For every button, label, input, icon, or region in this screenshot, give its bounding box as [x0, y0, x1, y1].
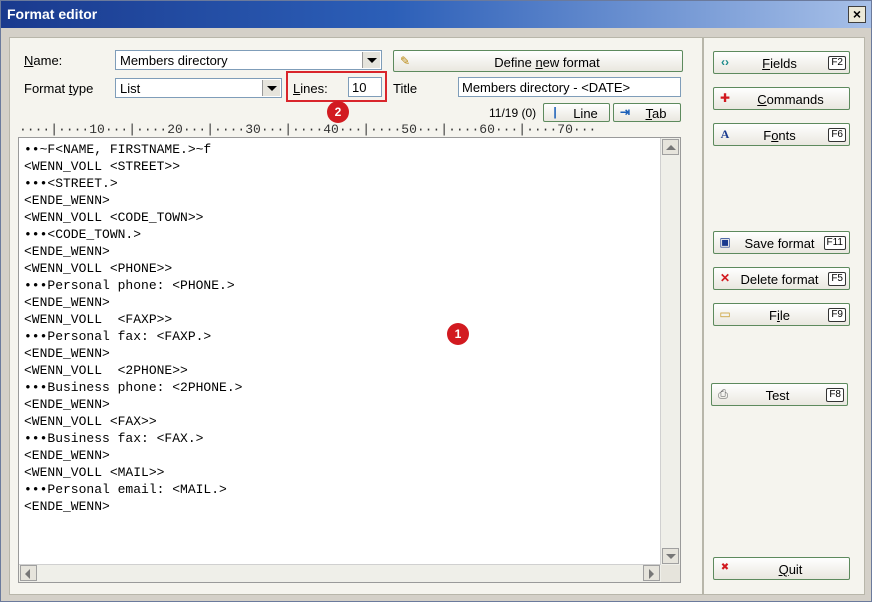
editor-line[interactable]: •••Business fax: <FAX.> — [24, 430, 242, 447]
fonts-button[interactable]: A Fonts F6 — [713, 123, 850, 146]
editor-line[interactable]: •••Personal email: <MAIL.> — [24, 481, 242, 498]
format-type-label: Format type — [24, 81, 94, 96]
shortcut-badge: F8 — [826, 388, 844, 402]
folder-icon: ▭ — [719, 307, 731, 321]
quit-icon: ✖ — [720, 562, 730, 573]
line-button[interactable]: | Line — [543, 103, 610, 122]
scroll-up-icon[interactable] — [662, 139, 679, 155]
brackets-icon: ‹› — [721, 55, 729, 69]
save-format-button[interactable]: ▣ Save format F11 — [713, 231, 850, 254]
floppy-disk-icon: ▣ — [719, 235, 731, 249]
window-title: Format editor — [7, 6, 98, 22]
shortcut-badge: F2 — [828, 56, 846, 70]
editor-line[interactable]: •••Personal fax: <FAXP.> — [24, 328, 242, 345]
format-type-value: List — [120, 81, 141, 96]
close-button[interactable]: × — [848, 6, 866, 23]
format-text-editor[interactable]: ••~F<NAME, FIRSTNAME.>~f <WENN_VOLL <STRE… — [18, 137, 681, 583]
test-button[interactable]: ⎙ Test F8 — [711, 383, 848, 406]
vertical-scrollbar[interactable] — [660, 138, 680, 565]
ruler: ····|····10···|····20···|····30···|····4… — [19, 123, 597, 137]
editor-line[interactable]: •••<STREET.> — [24, 175, 242, 192]
quit-button[interactable]: ✖ Quit — [713, 557, 850, 580]
scroll-down-icon[interactable] — [662, 548, 679, 564]
annotation-badge-2: 2 — [327, 101, 349, 123]
scroll-left-icon[interactable] — [20, 565, 37, 581]
title-label: Title — [393, 81, 418, 96]
editor-line[interactable]: <WENN_VOLL <FAXP>> — [24, 311, 242, 328]
line-counter: 11/19 (0) — [489, 106, 537, 120]
shortcut-badge: F11 — [823, 236, 846, 250]
wand-icon: ✎ — [399, 54, 411, 68]
chevron-down-icon[interactable] — [262, 80, 280, 96]
editor-line[interactable]: <WENN_VOLL <CODE_TOWN>> — [24, 209, 242, 226]
editor-line[interactable]: <WENN_VOLL <2PHONE>> — [24, 362, 242, 379]
title-value: Members directory - <DATE> — [462, 80, 631, 95]
editor-line[interactable]: ••~F<NAME, FIRSTNAME.>~f — [24, 141, 242, 158]
font-icon: A — [720, 127, 730, 141]
editor-line[interactable]: <WENN_VOLL <STREET>> — [24, 158, 242, 175]
file-button[interactable]: ▭ File F9 — [713, 303, 850, 326]
scrollbar-corner — [661, 565, 680, 582]
editor-line[interactable]: <WENN_VOLL <FAX>> — [24, 413, 242, 430]
title-input[interactable]: Members directory - <DATE> — [458, 77, 681, 97]
editor-line[interactable]: <ENDE_WENN> — [24, 294, 242, 311]
printer-icon: ⎙ — [718, 387, 728, 401]
editor-line[interactable]: <ENDE_WENN> — [24, 447, 242, 464]
tab-button[interactable]: ⇥ Tab — [613, 103, 681, 122]
format-type-combobox[interactable]: List — [115, 78, 282, 98]
editor-line[interactable]: •••Personal phone: <PHONE.> — [24, 277, 242, 294]
scroll-right-icon[interactable] — [643, 565, 660, 581]
delete-format-button[interactable]: ✕ Delete format F5 — [713, 267, 850, 290]
editor-line[interactable]: •••Business phone: <2PHONE.> — [24, 379, 242, 396]
shortcut-badge: F9 — [828, 308, 846, 322]
name-combobox[interactable]: Members directory — [115, 50, 382, 70]
editor-line[interactable]: <ENDE_WENN> — [24, 396, 242, 413]
editor-line[interactable]: <WENN_VOLL <MAIL>> — [24, 464, 242, 481]
chevron-down-icon[interactable] — [362, 52, 380, 68]
editor-text[interactable]: ••~F<NAME, FIRSTNAME.>~f <WENN_VOLL <STRE… — [24, 141, 242, 515]
annotation-badge-1: 1 — [447, 323, 469, 345]
shortcut-badge: F5 — [828, 272, 846, 286]
format-editor-window: Format editor × Name: Members directory … — [0, 0, 872, 602]
editor-line[interactable]: <WENN_VOLL <PHONE>> — [24, 260, 242, 277]
editor-line[interactable]: <ENDE_WENN> — [24, 243, 242, 260]
shortcut-badge: F6 — [828, 128, 846, 142]
title-bar[interactable]: Format editor × — [1, 1, 871, 28]
editor-line[interactable]: <ENDE_WENN> — [24, 345, 242, 362]
editor-line[interactable]: <ENDE_WENN> — [24, 192, 242, 209]
editor-line[interactable]: <ENDE_WENN> — [24, 498, 242, 515]
lines-highlight-box — [286, 71, 387, 102]
delete-x-icon: ✕ — [719, 271, 731, 285]
commands-button[interactable]: ✚ Commands — [713, 87, 850, 110]
define-new-format-button[interactable]: ✎ Define new format — [393, 50, 683, 72]
plus-icon: ✚ — [719, 91, 731, 105]
cursor-bar-icon: | — [553, 105, 557, 119]
horizontal-scrollbar[interactable] — [19, 564, 661, 582]
editor-line[interactable]: •••<CODE_TOWN.> — [24, 226, 242, 243]
fields-button[interactable]: ‹› Fields F2 — [713, 51, 850, 74]
name-label: Name: — [24, 53, 63, 68]
tab-arrow-icon: ⇥ — [619, 105, 631, 119]
name-value: Members directory — [120, 53, 228, 68]
